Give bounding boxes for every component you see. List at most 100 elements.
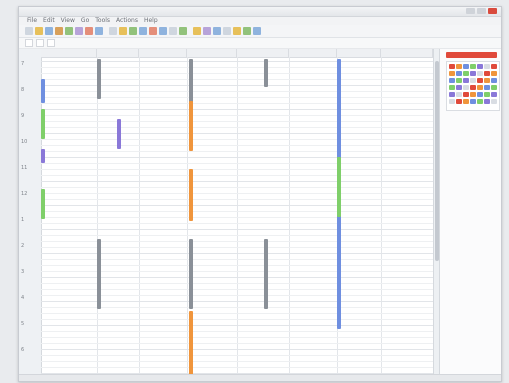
menu-actions[interactable]: Actions [116,17,138,25]
menu-file[interactable]: File [27,17,37,25]
toolbar-button-icon[interactable] [193,27,201,35]
mini-calendar-day[interactable] [491,78,497,83]
event-bar[interactable] [189,169,193,221]
mini-calendar-day[interactable] [456,71,462,76]
column-header[interactable] [381,49,433,57]
mini-calendar-day[interactable] [491,92,497,97]
column-header[interactable] [237,49,289,57]
mini-calendar-day[interactable] [470,92,476,97]
mini-calendar[interactable] [446,61,500,111]
calendar-grid[interactable]: 7 8 9 10 11 12 1 2 3 4 5 6 [19,49,433,375]
toolbar-button-icon[interactable] [213,27,221,35]
mini-calendar-day[interactable] [456,99,462,104]
mini-calendar-day[interactable] [463,64,469,69]
event-bar[interactable] [97,239,101,309]
minimize-button[interactable] [466,8,475,14]
toolbar-button-icon[interactable] [65,27,73,35]
mini-calendar-day[interactable] [491,71,497,76]
toolbar-button-icon[interactable] [223,27,231,35]
mini-calendar-day[interactable] [463,85,469,90]
column-header[interactable] [139,49,187,57]
mini-calendar-day[interactable] [491,85,497,90]
event-bar[interactable] [264,239,268,309]
mini-calendar-day[interactable] [470,78,476,83]
menu-view[interactable]: View [61,17,75,25]
mini-calendar-day[interactable] [484,78,490,83]
menu-help[interactable]: Help [144,17,158,25]
event-bar[interactable] [189,101,193,151]
search-field[interactable] [47,39,55,47]
toolbar-button-icon[interactable] [109,27,117,35]
date-range-field[interactable] [36,39,44,47]
mini-calendar-day[interactable] [456,78,462,83]
event-bar[interactable] [337,157,341,217]
toolbar-button-icon[interactable] [25,27,33,35]
event-bar[interactable] [41,79,45,103]
toolbar-button-icon[interactable] [233,27,241,35]
mini-calendar-day[interactable] [463,78,469,83]
menu-edit[interactable]: Edit [43,17,55,25]
toolbar-button-icon[interactable] [203,27,211,35]
event-bar[interactable] [97,59,101,99]
toolbar-button-icon[interactable] [119,27,127,35]
menu-tools[interactable]: Tools [95,17,110,25]
mini-calendar-day[interactable] [477,99,483,104]
menu-go[interactable]: Go [81,17,89,25]
toolbar-button-icon[interactable] [95,27,103,35]
mini-calendar-day[interactable] [484,64,490,69]
mini-calendar-day[interactable] [463,92,469,97]
column-header[interactable] [97,49,139,57]
mini-calendar-day[interactable] [470,64,476,69]
toolbar-button-icon[interactable] [179,27,187,35]
toolbar-button-icon[interactable] [35,27,43,35]
mini-calendar-day[interactable] [484,99,490,104]
event-bar[interactable] [41,149,45,163]
mini-calendar-day[interactable] [463,71,469,76]
mini-calendar-day[interactable] [456,85,462,90]
column-header[interactable] [337,49,381,57]
mini-calendar-day[interactable] [491,64,497,69]
mini-calendar-day[interactable] [449,64,455,69]
toolbar-button-icon[interactable] [55,27,63,35]
event-bar[interactable] [189,311,193,375]
mini-calendar-day[interactable] [477,78,483,83]
toolbar-button-icon[interactable] [253,27,261,35]
mini-calendar-day[interactable] [449,99,455,104]
toolbar-button-icon[interactable] [45,27,53,35]
mini-calendar-day[interactable] [449,71,455,76]
mini-calendar-day[interactable] [463,99,469,104]
column-header[interactable] [187,49,237,57]
mini-calendar-day[interactable] [449,85,455,90]
mini-calendar-day[interactable] [449,92,455,97]
column-header[interactable] [41,49,97,57]
event-bar[interactable] [117,119,121,149]
mini-calendar-day[interactable] [449,78,455,83]
close-button[interactable] [488,8,497,14]
toolbar-button-icon[interactable] [149,27,157,35]
toolbar-button-icon[interactable] [243,27,251,35]
event-bar[interactable] [189,59,193,103]
mini-calendar-day[interactable] [470,99,476,104]
toolbar-button-icon[interactable] [159,27,167,35]
mini-calendar-day[interactable] [484,71,490,76]
toolbar-button-icon[interactable] [169,27,177,35]
view-selector[interactable] [25,39,33,47]
mini-calendar-day[interactable] [477,92,483,97]
event-bar[interactable] [41,189,45,219]
event-bar[interactable] [41,109,45,139]
mini-calendar-day[interactable] [477,85,483,90]
toolbar-button-icon[interactable] [139,27,147,35]
mini-calendar-day[interactable] [484,85,490,90]
toolbar-button-icon[interactable] [85,27,93,35]
toolbar-button-icon[interactable] [129,27,137,35]
column-header[interactable] [289,49,337,57]
mini-calendar-day[interactable] [470,71,476,76]
mini-calendar-day[interactable] [477,64,483,69]
mini-calendar-day[interactable] [484,92,490,97]
mini-calendar-day[interactable] [456,92,462,97]
mini-calendar-day[interactable] [456,64,462,69]
toolbar-button-icon[interactable] [75,27,83,35]
maximize-button[interactable] [477,8,486,14]
mini-calendar-day[interactable] [477,71,483,76]
event-bar[interactable] [264,59,268,87]
